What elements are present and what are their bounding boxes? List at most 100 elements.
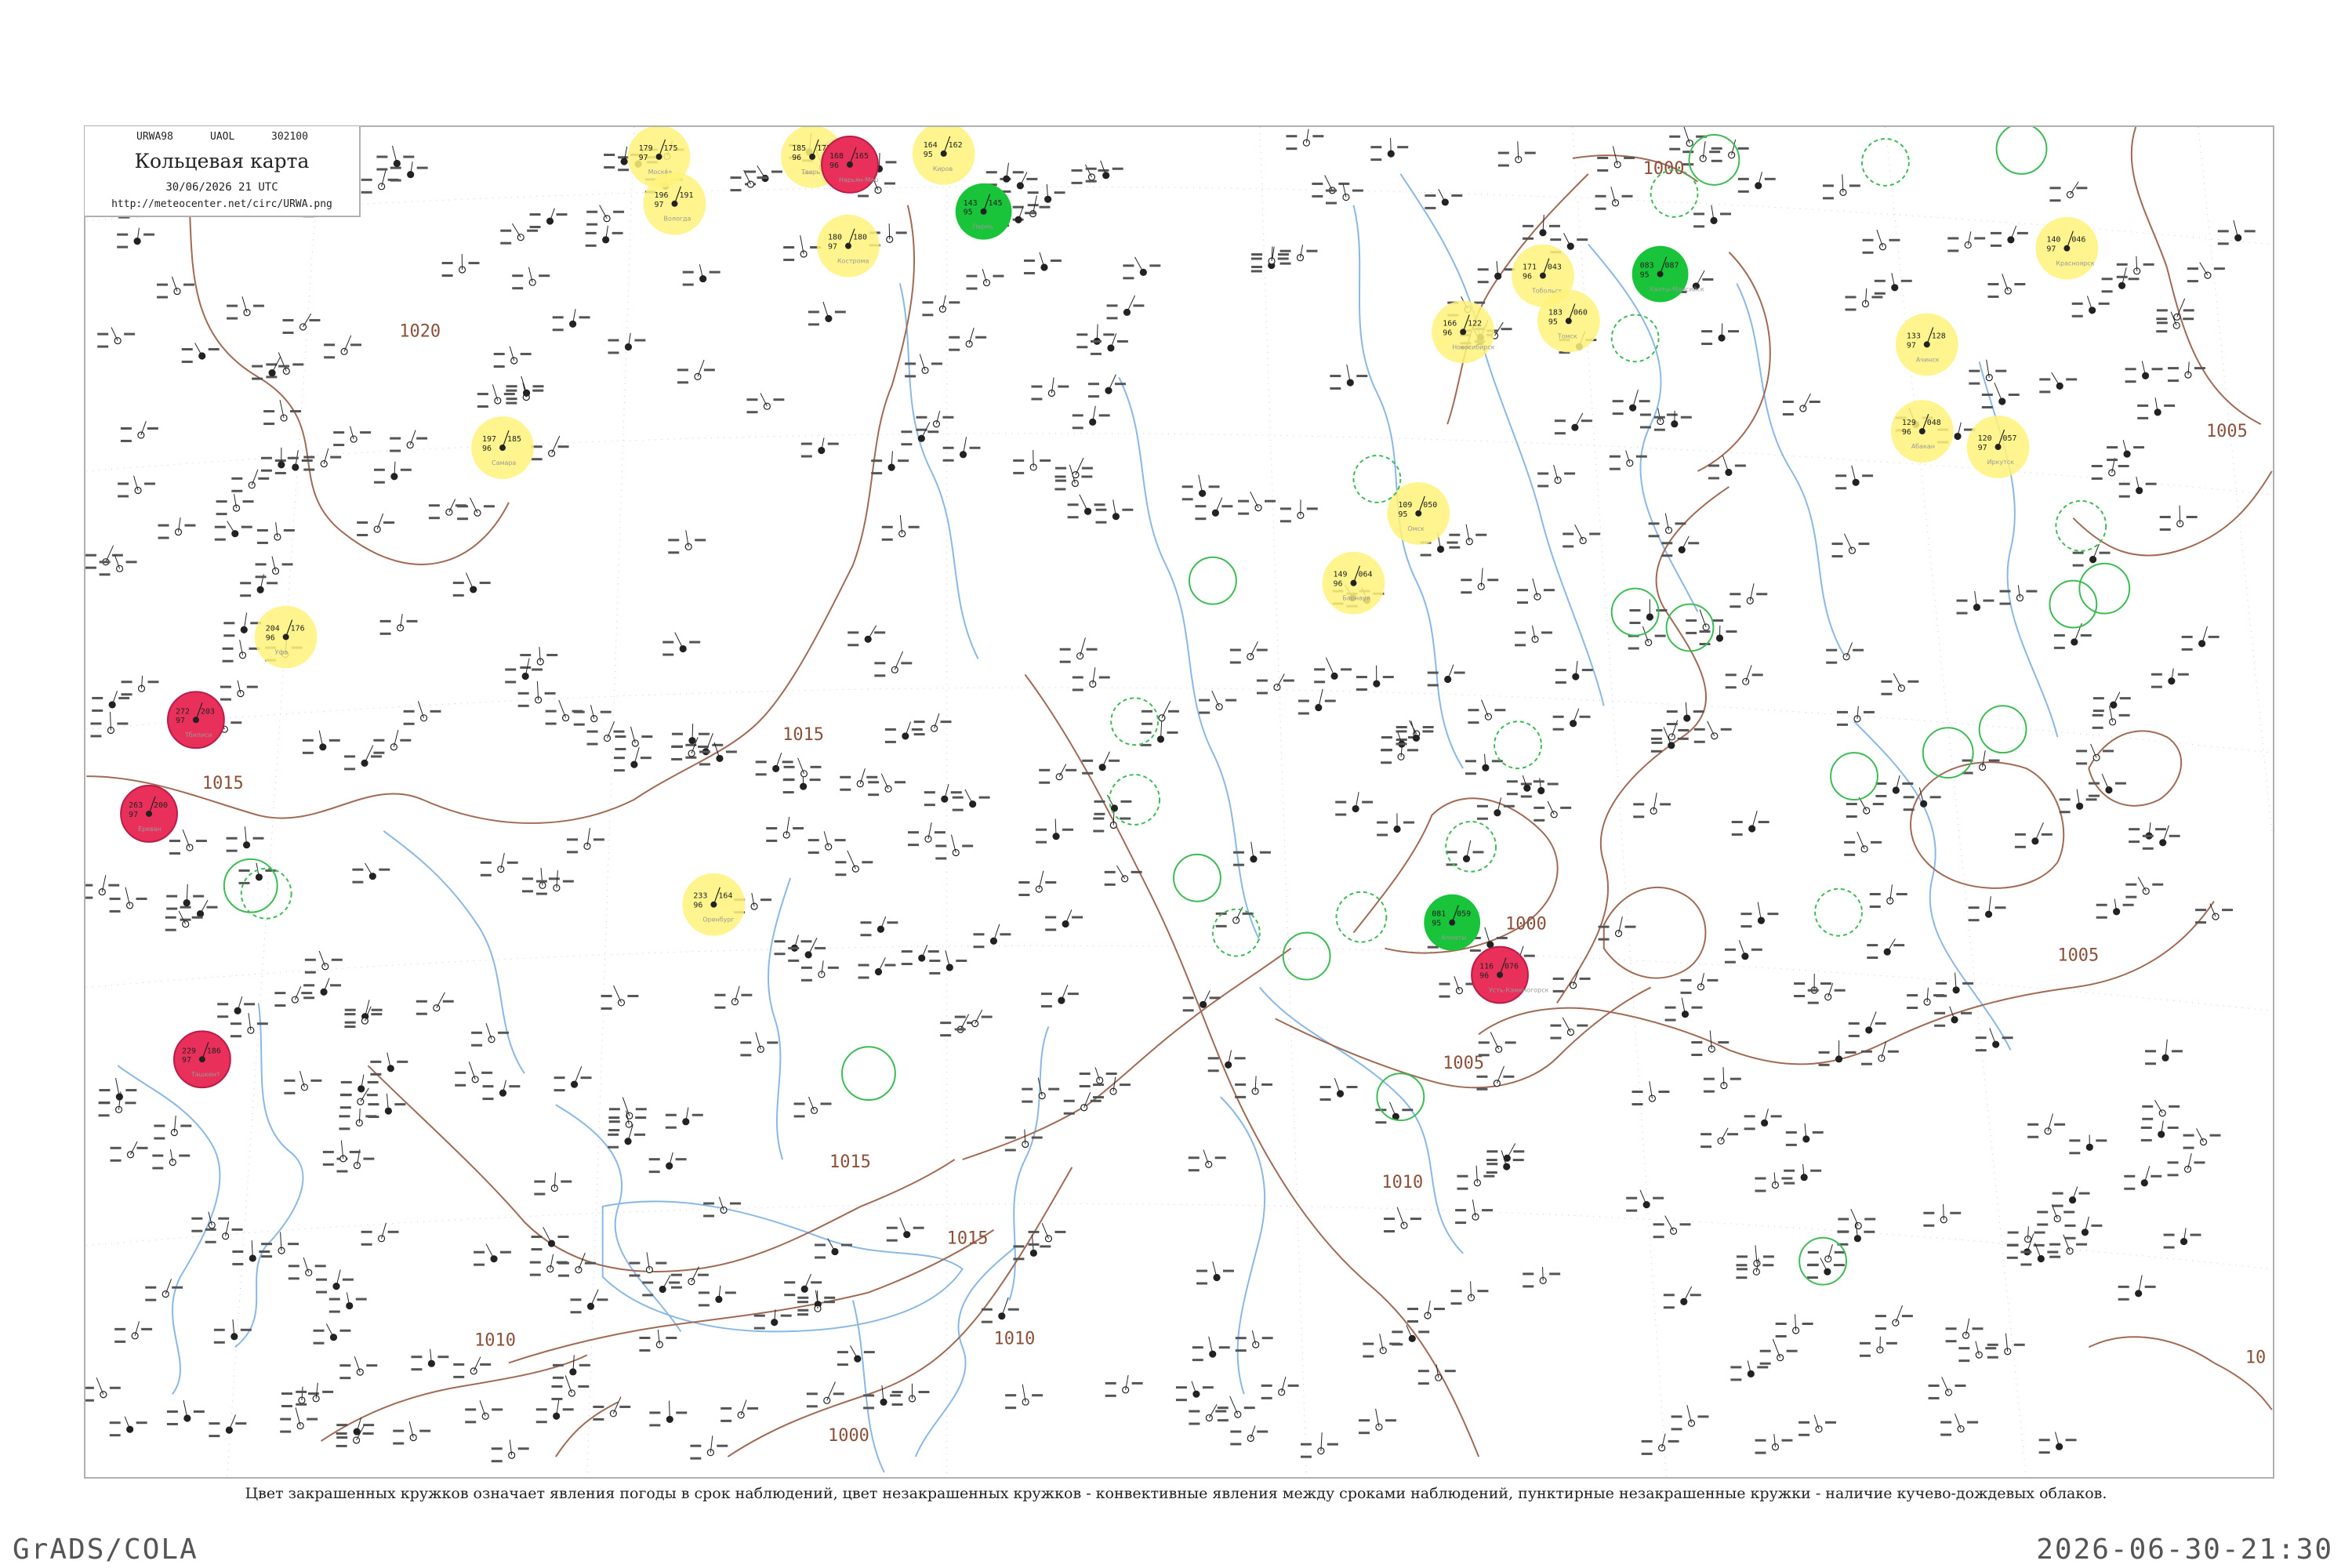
station-value-mark [755, 773, 767, 776]
station-value-mark [810, 765, 822, 768]
station-value-mark [193, 1410, 205, 1414]
station-value-mark [1104, 883, 1116, 886]
convective-ring [1110, 697, 1160, 746]
station-plot [222, 639, 260, 662]
station-value-mark [1234, 1057, 1246, 1060]
station-value-mark [556, 1261, 568, 1264]
station-value-mark [258, 477, 270, 480]
station-plot [1523, 1266, 1561, 1288]
station-plot [1798, 1414, 1836, 1436]
station-value-mark [546, 654, 558, 657]
station-value-mark [1678, 728, 1690, 731]
station-value-mark [885, 161, 897, 164]
station-value-mark [585, 244, 597, 247]
station-value-mark [1106, 304, 1118, 307]
station-value-mark [1356, 375, 1368, 378]
station-value-mark [2096, 903, 2107, 906]
station-value-mark [1955, 1384, 1966, 1387]
station-value-mark [1517, 589, 1529, 592]
station-value-mark [1090, 352, 1102, 355]
station-value-mark [703, 1214, 715, 1218]
station-value-mark [858, 976, 869, 979]
station-plot [531, 1226, 569, 1251]
wind-barb [1542, 1266, 1544, 1281]
station-value-mark [905, 362, 916, 365]
station-value-mark [934, 831, 946, 834]
station-value-mark [1533, 780, 1544, 783]
station-plot [304, 950, 343, 974]
station-dot [146, 810, 153, 817]
station-value-mark [324, 343, 336, 347]
station-plot [929, 950, 967, 975]
convective-ring [2049, 579, 2098, 629]
station-value-mark [1862, 251, 1874, 254]
wind-barb [1573, 708, 1580, 724]
station-value-mark [1330, 375, 1341, 378]
station-value-mark [1661, 554, 1673, 557]
station-value-mark [2183, 1134, 2194, 1137]
wind-barb [2002, 273, 2009, 292]
station-plot [1140, 721, 1178, 746]
station-value-mark [2125, 380, 2136, 383]
station-value-mark [352, 880, 364, 884]
station-value-mark [834, 310, 846, 314]
station-value-mark [99, 573, 111, 576]
station-plot [848, 625, 886, 647]
wind-barb [1699, 609, 1707, 628]
station-plot [2167, 1152, 2205, 1177]
station-value-mark [1785, 1143, 1797, 1146]
station-value-mark [214, 538, 226, 541]
station-plot [118, 475, 156, 498]
station-value-mark [1229, 648, 1241, 652]
station-value-mark [641, 735, 653, 739]
station-value-mark [1838, 1218, 1849, 1221]
station-value-mark [1072, 916, 1083, 919]
station-value-mark [531, 1248, 543, 1251]
station-pressure: 050 [1423, 501, 1437, 510]
station-value-mark [114, 1327, 126, 1330]
station-value-mark [690, 1457, 702, 1460]
station-value-mark [601, 1007, 612, 1010]
station-value-mark [314, 1265, 326, 1268]
wind-barb [705, 732, 713, 752]
station-plot [255, 556, 293, 579]
station-pressure: 057 [2003, 434, 2017, 443]
station-value-mark [695, 539, 706, 542]
station-plot [453, 1356, 492, 1378]
station-value-mark [613, 757, 625, 760]
station-value-mark [1188, 1169, 1200, 1172]
station-value-mark [390, 437, 401, 440]
station-value-mark [363, 1424, 375, 1427]
wind-barb [1868, 1011, 1877, 1031]
wind-barb [96, 1377, 104, 1395]
bulletin-code: URWA98 [136, 131, 173, 143]
station-4: 18097180Кострома [817, 214, 880, 278]
station-value-mark [927, 430, 939, 434]
station-value-mark [1256, 679, 1268, 682]
station-value-mark [1312, 194, 1323, 198]
station-plot [1013, 450, 1051, 474]
station-plot [1700, 1127, 1739, 1149]
station-value-mark [2047, 1250, 2059, 1254]
station-value-mark [362, 1432, 374, 1435]
station-value-mark [745, 170, 757, 173]
station-value-mark [1724, 960, 1736, 964]
station-value-mark [1063, 1112, 1075, 1115]
convective-ring [1860, 137, 1910, 187]
station-value-mark [1090, 339, 1102, 343]
station-18: 20496176Уфа [254, 605, 318, 669]
station-value-mark [1243, 1406, 1255, 1410]
station-name: Киров [933, 165, 953, 172]
station-value-mark [1131, 870, 1142, 873]
station-value-mark [1759, 1349, 1771, 1352]
station-humidity: 95 [1432, 920, 1441, 928]
station-dot [1664, 526, 1673, 534]
station-plot [1612, 389, 1650, 416]
station-value-mark [1802, 1323, 1813, 1325]
station-value-mark [1700, 1145, 1712, 1149]
station-value-mark [808, 310, 819, 314]
station-value-mark [634, 1133, 646, 1136]
station-value-mark [1407, 749, 1418, 752]
station-value-mark [1679, 1223, 1691, 1226]
station-plot [1940, 1414, 1979, 1436]
